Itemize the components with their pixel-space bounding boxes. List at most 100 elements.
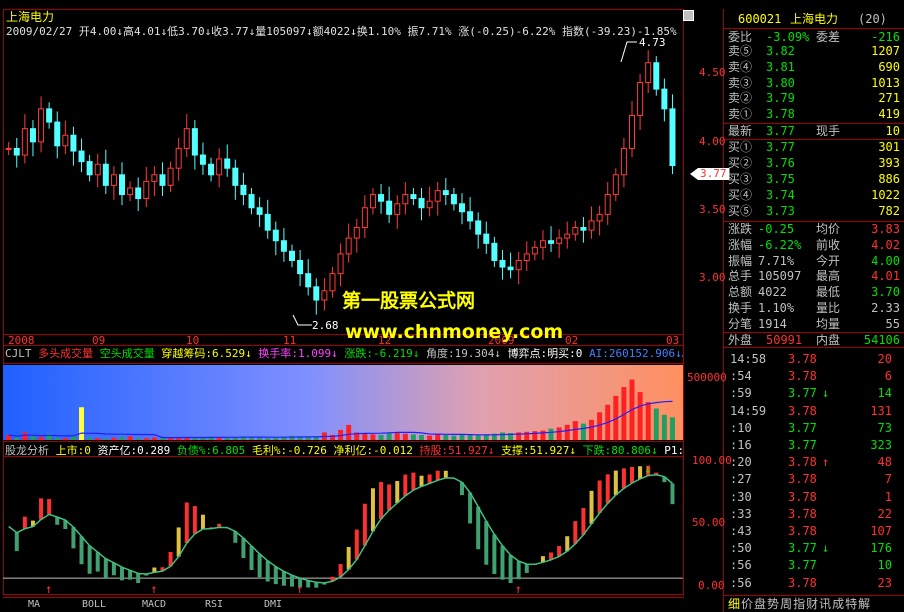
sell-level-2: 卖② 3.79 271 <box>728 91 900 106</box>
price-tick: 4.50 <box>699 66 726 79</box>
volume-bar <box>402 433 408 440</box>
tab-macd[interactable]: MACD <box>142 599 166 610</box>
panel-tab[interactable]: 讯 <box>819 597 831 611</box>
panel-tab[interactable]: 特 <box>845 597 857 611</box>
candle-body <box>556 237 563 244</box>
volume-bar <box>111 437 117 440</box>
candle-body <box>143 180 150 200</box>
volume-bar <box>394 432 400 440</box>
panel-tab[interactable]: 解 <box>858 597 870 611</box>
stock-code: 600021 <box>738 12 782 26</box>
volume-bar <box>87 437 93 440</box>
panel-tab[interactable]: 细 <box>728 597 740 611</box>
tick-row: :20 3.78 ↑ 48 <box>730 455 892 470</box>
candle-body <box>515 259 522 271</box>
ind-tick: 100.00 <box>692 454 732 467</box>
candle-body <box>135 187 142 200</box>
right-bottom-tabs: 细价盘势周指财讯成特解 <box>724 596 904 612</box>
buy-signal-arrow: ↑ <box>296 582 303 594</box>
candle-body <box>523 253 530 261</box>
candle-body <box>280 240 287 252</box>
candle-body <box>572 227 579 235</box>
panel-tab[interactable]: 周 <box>780 597 792 611</box>
indicator-field: 毛利%:-0.726 <box>251 445 327 457</box>
indicator-header: 股龙分析 上市:0 资产亿:0.289 负债%:6.805 毛利%:-0.726… <box>5 445 683 457</box>
volume-bar <box>467 435 473 440</box>
candle-body <box>402 194 409 205</box>
buy-level-3: 买③ 3.75 886 <box>728 172 900 186</box>
volume-tick: 500000 <box>687 371 727 384</box>
indicator-name: 股龙分析 <box>5 445 49 457</box>
buy-signal-arrow: ↑ <box>150 582 157 594</box>
volume-bar <box>30 436 36 440</box>
volume-bar <box>435 434 441 440</box>
tab-rsi[interactable]: RSI <box>205 599 223 610</box>
volume-bar <box>653 408 659 440</box>
volume-bar <box>265 438 271 440</box>
indicator-field: P1:100 <box>664 445 683 457</box>
candlestick-chart[interactable] <box>3 10 683 333</box>
volume-bar <box>419 434 425 440</box>
volume-bar <box>346 424 352 440</box>
candle-body <box>369 194 376 209</box>
candle-body <box>475 220 482 235</box>
candle-body <box>499 259 506 268</box>
volume-bar <box>580 423 586 440</box>
candle-body <box>159 174 166 186</box>
stat-row: 振幅 7.71% 今开 4.00 <box>728 253 900 268</box>
volume-bar <box>62 438 68 440</box>
volume-bar <box>79 407 85 440</box>
indicator-field: 穿越筹码:6.529↓ <box>161 348 252 360</box>
tab-ma[interactable]: MA <box>28 599 40 610</box>
volume-bar <box>443 434 449 440</box>
candle-body <box>604 194 611 215</box>
volume-bar <box>548 428 554 440</box>
indicator-field: 上市:0 <box>55 445 91 457</box>
indicator-field: 博弈点:明买:0 <box>507 348 583 360</box>
candle-body <box>329 273 336 292</box>
candle-body <box>507 266 514 271</box>
panel-tab[interactable]: 财 <box>806 597 818 611</box>
candle-body <box>353 227 360 239</box>
panel-tab[interactable]: 势 <box>767 597 779 611</box>
panel-tab[interactable]: 价 <box>741 597 753 611</box>
volume-bar <box>143 438 149 440</box>
indicator-field: 支撑:51.927↓ <box>501 445 577 457</box>
stat-row: 换手 1.10% 量比 2.33 <box>728 301 900 315</box>
stat-row: 总额 4022 最低 3.70 <box>728 285 900 300</box>
stat-row: 涨跌 -0.25 均价 3.83 <box>728 222 900 236</box>
tick-row: 14:58 3.78 20 <box>730 352 892 366</box>
chart-menu-icon[interactable] <box>683 10 694 21</box>
panel-tab[interactable]: 成 <box>832 597 844 611</box>
candle-body <box>418 198 425 209</box>
panel-tab[interactable]: 盘 <box>754 597 766 611</box>
tab-boll[interactable]: BOLL <box>82 599 106 610</box>
candle-body <box>337 253 344 275</box>
volume-bar <box>645 402 651 440</box>
indicator-field: 下跌:80.806↓ <box>582 445 658 457</box>
volume-bar <box>135 438 141 440</box>
indicator-field: AI:260152.906↓A <box>589 348 683 360</box>
candle-body <box>248 194 255 209</box>
candle-body <box>175 147 182 169</box>
indicator-chart[interactable]: ↑ ↑ ↑ ↑ ↓ <box>3 457 683 594</box>
candle-body <box>94 163 101 176</box>
indicator-field: 角度:19.304↓ <box>425 348 501 360</box>
candle-body <box>46 108 53 123</box>
month-label: 10 <box>186 334 200 347</box>
tab-dmi[interactable]: DMI <box>264 599 282 610</box>
candle-body <box>483 233 490 244</box>
buy-signal-arrow: ↑ <box>515 582 522 594</box>
volume-chart[interactable] <box>3 365 683 440</box>
volume-bar <box>661 414 667 440</box>
sell-level-5: 卖⑤ 3.82 1207 <box>728 44 900 58</box>
volume-bar <box>540 430 546 440</box>
candle-body <box>199 154 206 165</box>
volume-bar <box>524 431 530 440</box>
tick-row: :33 3.78 22 <box>730 506 892 521</box>
tick-row: :43 3.78 107 <box>730 524 892 538</box>
panel-tab[interactable]: 指 <box>793 597 805 611</box>
candle-body <box>54 121 61 147</box>
low-leader <box>292 314 312 326</box>
indicator-field: 资产亿:0.289 <box>97 445 171 457</box>
